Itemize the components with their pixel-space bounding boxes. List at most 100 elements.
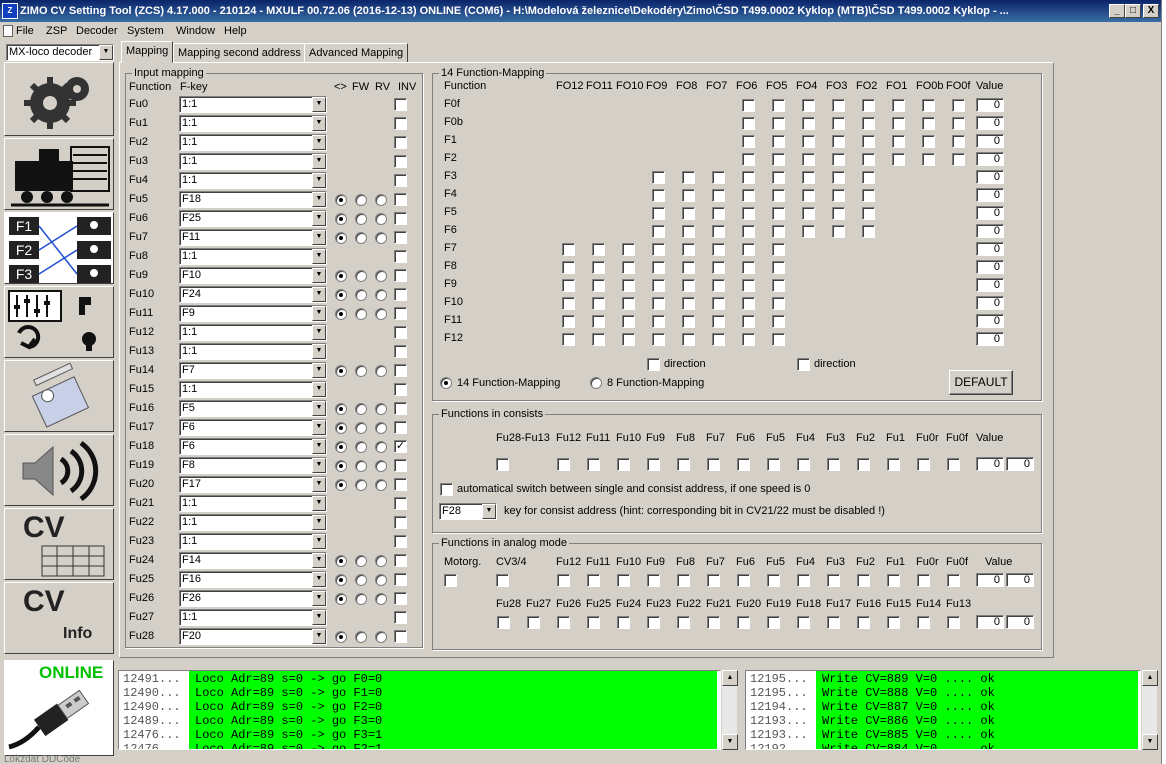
fm14-value[interactable]: 0 bbox=[976, 188, 1004, 202]
mapping-checkbox[interactable] bbox=[742, 207, 755, 220]
fkey-select[interactable]: F9 ▼ bbox=[179, 305, 327, 322]
inv-checkbox[interactable] bbox=[394, 117, 407, 130]
consist-checkbox[interactable] bbox=[827, 458, 840, 471]
mapping-checkbox[interactable] bbox=[922, 153, 935, 166]
analog-checkbox[interactable] bbox=[617, 616, 630, 629]
fkey-select[interactable]: F17 ▼ bbox=[179, 476, 327, 493]
inv-checkbox[interactable] bbox=[394, 231, 407, 244]
fkey-select[interactable]: 1:1 ▼ bbox=[179, 343, 327, 360]
mapping-checkbox[interactable] bbox=[562, 297, 575, 310]
analog-checkbox[interactable] bbox=[677, 574, 690, 587]
mapping-checkbox[interactable] bbox=[652, 297, 665, 310]
fkey-select[interactable]: F10 ▼ bbox=[179, 267, 327, 284]
inv-checkbox[interactable] bbox=[394, 269, 407, 282]
inv-checkbox[interactable] bbox=[394, 497, 407, 510]
direction-radio-fw[interactable] bbox=[355, 593, 367, 605]
analog-checkbox[interactable] bbox=[647, 616, 660, 629]
inv-checkbox[interactable] bbox=[394, 535, 407, 548]
fkey-select[interactable]: 1:1 ▼ bbox=[179, 381, 327, 398]
analog-checkbox[interactable] bbox=[857, 574, 870, 587]
fkey-select[interactable]: 1:1 ▼ bbox=[179, 115, 327, 132]
fkey-select[interactable]: F25 ▼ bbox=[179, 210, 327, 227]
direction-radio-rv[interactable] bbox=[375, 441, 387, 453]
direction-radio-rv[interactable] bbox=[375, 289, 387, 301]
inv-checkbox[interactable] bbox=[394, 459, 407, 472]
mapping-checkbox[interactable] bbox=[622, 243, 635, 256]
analog-value-2[interactable]: 0 bbox=[1006, 573, 1034, 587]
fkey-select[interactable]: F26 ▼ bbox=[179, 590, 327, 607]
analog-checkbox[interactable] bbox=[917, 574, 930, 587]
fm14-value[interactable]: 0 bbox=[976, 134, 1004, 148]
direction-radio-both[interactable] bbox=[335, 479, 347, 491]
direction-radio-both[interactable] bbox=[335, 441, 347, 453]
analog-checkbox[interactable] bbox=[647, 574, 660, 587]
analog-checkbox[interactable] bbox=[527, 616, 540, 629]
inv-checkbox[interactable] bbox=[394, 554, 407, 567]
fm14-value[interactable]: 0 bbox=[976, 260, 1004, 274]
direction-radio-fw[interactable] bbox=[355, 422, 367, 434]
direction-checkbox-2[interactable] bbox=[797, 358, 810, 371]
mapping-checkbox[interactable] bbox=[682, 279, 695, 292]
analog-checkbox[interactable] bbox=[827, 616, 840, 629]
analog-checkbox[interactable] bbox=[617, 574, 630, 587]
analog-checkbox[interactable] bbox=[947, 574, 960, 587]
mapping-checkbox[interactable] bbox=[652, 279, 665, 292]
sidebar-sound-settings[interactable] bbox=[4, 286, 114, 358]
fkey-select[interactable]: 1:1 ▼ bbox=[179, 153, 327, 170]
mapping-checkbox[interactable] bbox=[682, 315, 695, 328]
fkey-select[interactable]: 1:1 ▼ bbox=[179, 172, 327, 189]
analog-value-3[interactable]: 0 bbox=[976, 615, 1004, 629]
mapping-checkbox[interactable] bbox=[742, 297, 755, 310]
mapping-checkbox[interactable] bbox=[772, 297, 785, 310]
inv-checkbox[interactable] bbox=[394, 516, 407, 529]
direction-radio-both[interactable] bbox=[335, 365, 347, 377]
direction-radio-rv[interactable] bbox=[375, 365, 387, 377]
direction-checkbox-1[interactable] bbox=[647, 358, 660, 371]
analog-checkbox[interactable] bbox=[557, 574, 570, 587]
fm14-value[interactable]: 0 bbox=[976, 98, 1004, 112]
mapping-checkbox[interactable] bbox=[802, 207, 815, 220]
mapping-checkbox[interactable] bbox=[892, 99, 905, 112]
mapping-checkbox[interactable] bbox=[832, 153, 845, 166]
mapping-checkbox[interactable] bbox=[862, 207, 875, 220]
inv-checkbox[interactable] bbox=[394, 611, 407, 624]
fkey-select[interactable]: F24 ▼ bbox=[179, 286, 327, 303]
fm14-value[interactable]: 0 bbox=[976, 116, 1004, 130]
mapping-checkbox[interactable] bbox=[742, 171, 755, 184]
direction-radio-both[interactable] bbox=[335, 555, 347, 567]
mapping-checkbox[interactable] bbox=[742, 225, 755, 238]
fkey-select[interactable]: F6 ▼ bbox=[179, 419, 327, 436]
mapping-checkbox[interactable] bbox=[802, 189, 815, 202]
direction-radio-fw[interactable] bbox=[355, 441, 367, 453]
mapping-checkbox[interactable] bbox=[712, 207, 725, 220]
inv-checkbox[interactable] bbox=[394, 174, 407, 187]
direction-radio-fw[interactable] bbox=[355, 232, 367, 244]
sidebar-function-mapping[interactable]: F1 F2 F3 bbox=[4, 212, 114, 284]
consist-checkbox[interactable] bbox=[677, 458, 690, 471]
mapping-checkbox[interactable] bbox=[772, 117, 785, 130]
direction-radio-both[interactable] bbox=[335, 403, 347, 415]
consist-checkbox[interactable] bbox=[767, 458, 780, 471]
mapping-checkbox[interactable] bbox=[652, 261, 665, 274]
sidebar-locomotive[interactable] bbox=[4, 138, 114, 210]
mapping-checkbox[interactable] bbox=[892, 135, 905, 148]
fkey-select[interactable]: F8 ▼ bbox=[179, 457, 327, 474]
mapping-checkbox[interactable] bbox=[622, 261, 635, 274]
default-button[interactable]: DEFAULT bbox=[949, 370, 1013, 395]
consist-key-select[interactable]: F28 ▼ bbox=[439, 503, 497, 520]
mapping-checkbox[interactable] bbox=[952, 99, 965, 112]
mapping-checkbox[interactable] bbox=[742, 117, 755, 130]
direction-radio-rv[interactable] bbox=[375, 460, 387, 472]
mapping-checkbox[interactable] bbox=[652, 171, 665, 184]
direction-radio-both[interactable] bbox=[335, 289, 347, 301]
inv-checkbox[interactable] bbox=[394, 383, 407, 396]
mapping-checkbox[interactable] bbox=[772, 189, 785, 202]
consist-checkbox[interactable] bbox=[887, 458, 900, 471]
mapping-checkbox[interactable] bbox=[592, 297, 605, 310]
mapping-checkbox[interactable] bbox=[622, 333, 635, 346]
sidebar-sound[interactable] bbox=[4, 434, 114, 506]
fkey-select[interactable]: F6 ▼ bbox=[179, 438, 327, 455]
mapping-checkbox[interactable] bbox=[682, 189, 695, 202]
mapping-checkbox[interactable] bbox=[562, 279, 575, 292]
mapping-checkbox[interactable] bbox=[802, 171, 815, 184]
